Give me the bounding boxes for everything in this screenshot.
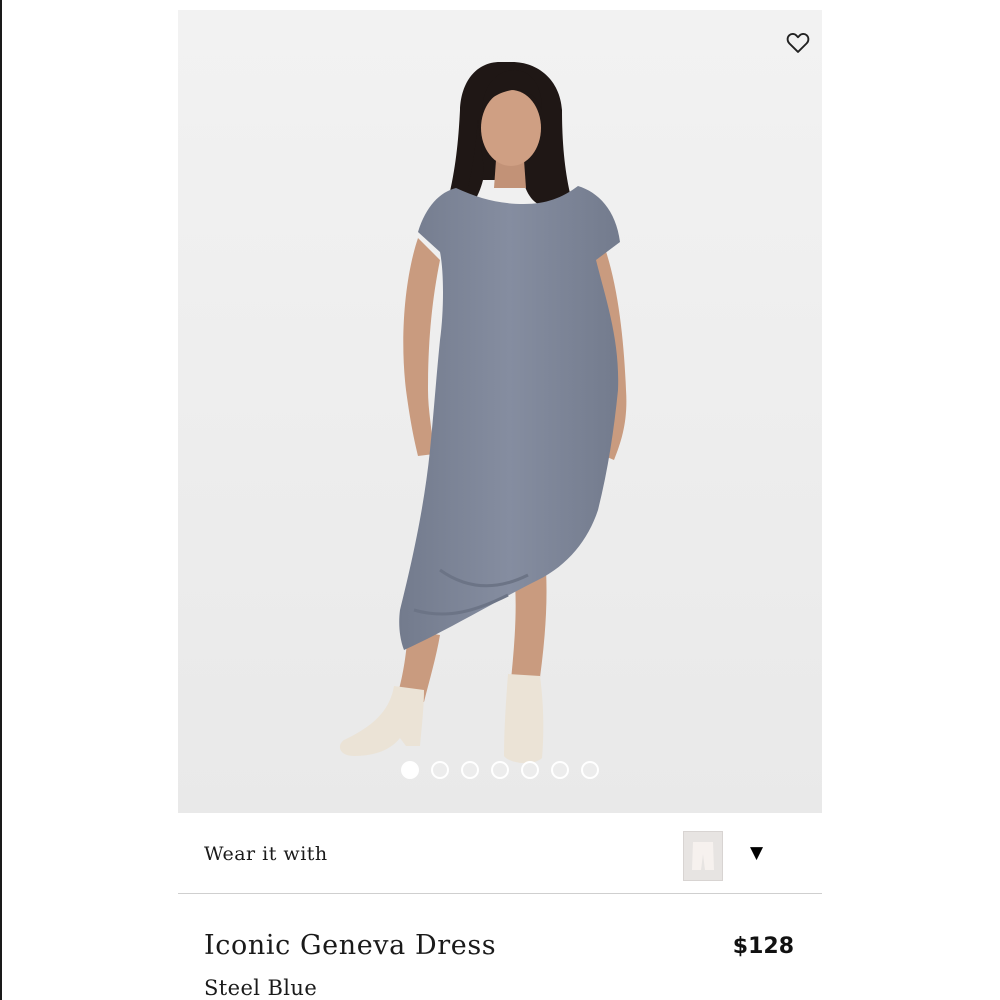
- wishlist-heart-icon[interactable]: [784, 28, 812, 56]
- gallery-pagination-dots: [178, 761, 822, 779]
- gallery-dot-1[interactable]: [401, 761, 419, 779]
- gallery-dot-3[interactable]: [461, 761, 479, 779]
- caret-down-icon[interactable]: ▼: [750, 843, 763, 863]
- product-image-gallery[interactable]: [178, 10, 822, 813]
- gallery-dot-4[interactable]: [491, 761, 509, 779]
- gallery-dot-7[interactable]: [581, 761, 599, 779]
- gallery-dot-2[interactable]: [431, 761, 449, 779]
- wear-it-with-row[interactable]: Wear it with ▼: [178, 813, 822, 894]
- product-color: Steel Blue: [204, 976, 318, 1000]
- product-price: $128: [732, 934, 794, 959]
- product-name: Iconic Geneva Dress: [204, 930, 497, 961]
- gallery-dot-5[interactable]: [521, 761, 539, 779]
- product-photo: [178, 10, 822, 813]
- wear-it-with-thumbnail[interactable]: [683, 831, 723, 881]
- product-card: Wear it with ▼ Iconic Geneva Dress Steel…: [178, 10, 822, 1000]
- gallery-dot-6[interactable]: [551, 761, 569, 779]
- window-edge: [0, 0, 2, 1000]
- wear-it-with-label: Wear it with: [204, 843, 328, 865]
- product-info: Iconic Geneva Dress Steel Blue $128: [178, 894, 822, 1000]
